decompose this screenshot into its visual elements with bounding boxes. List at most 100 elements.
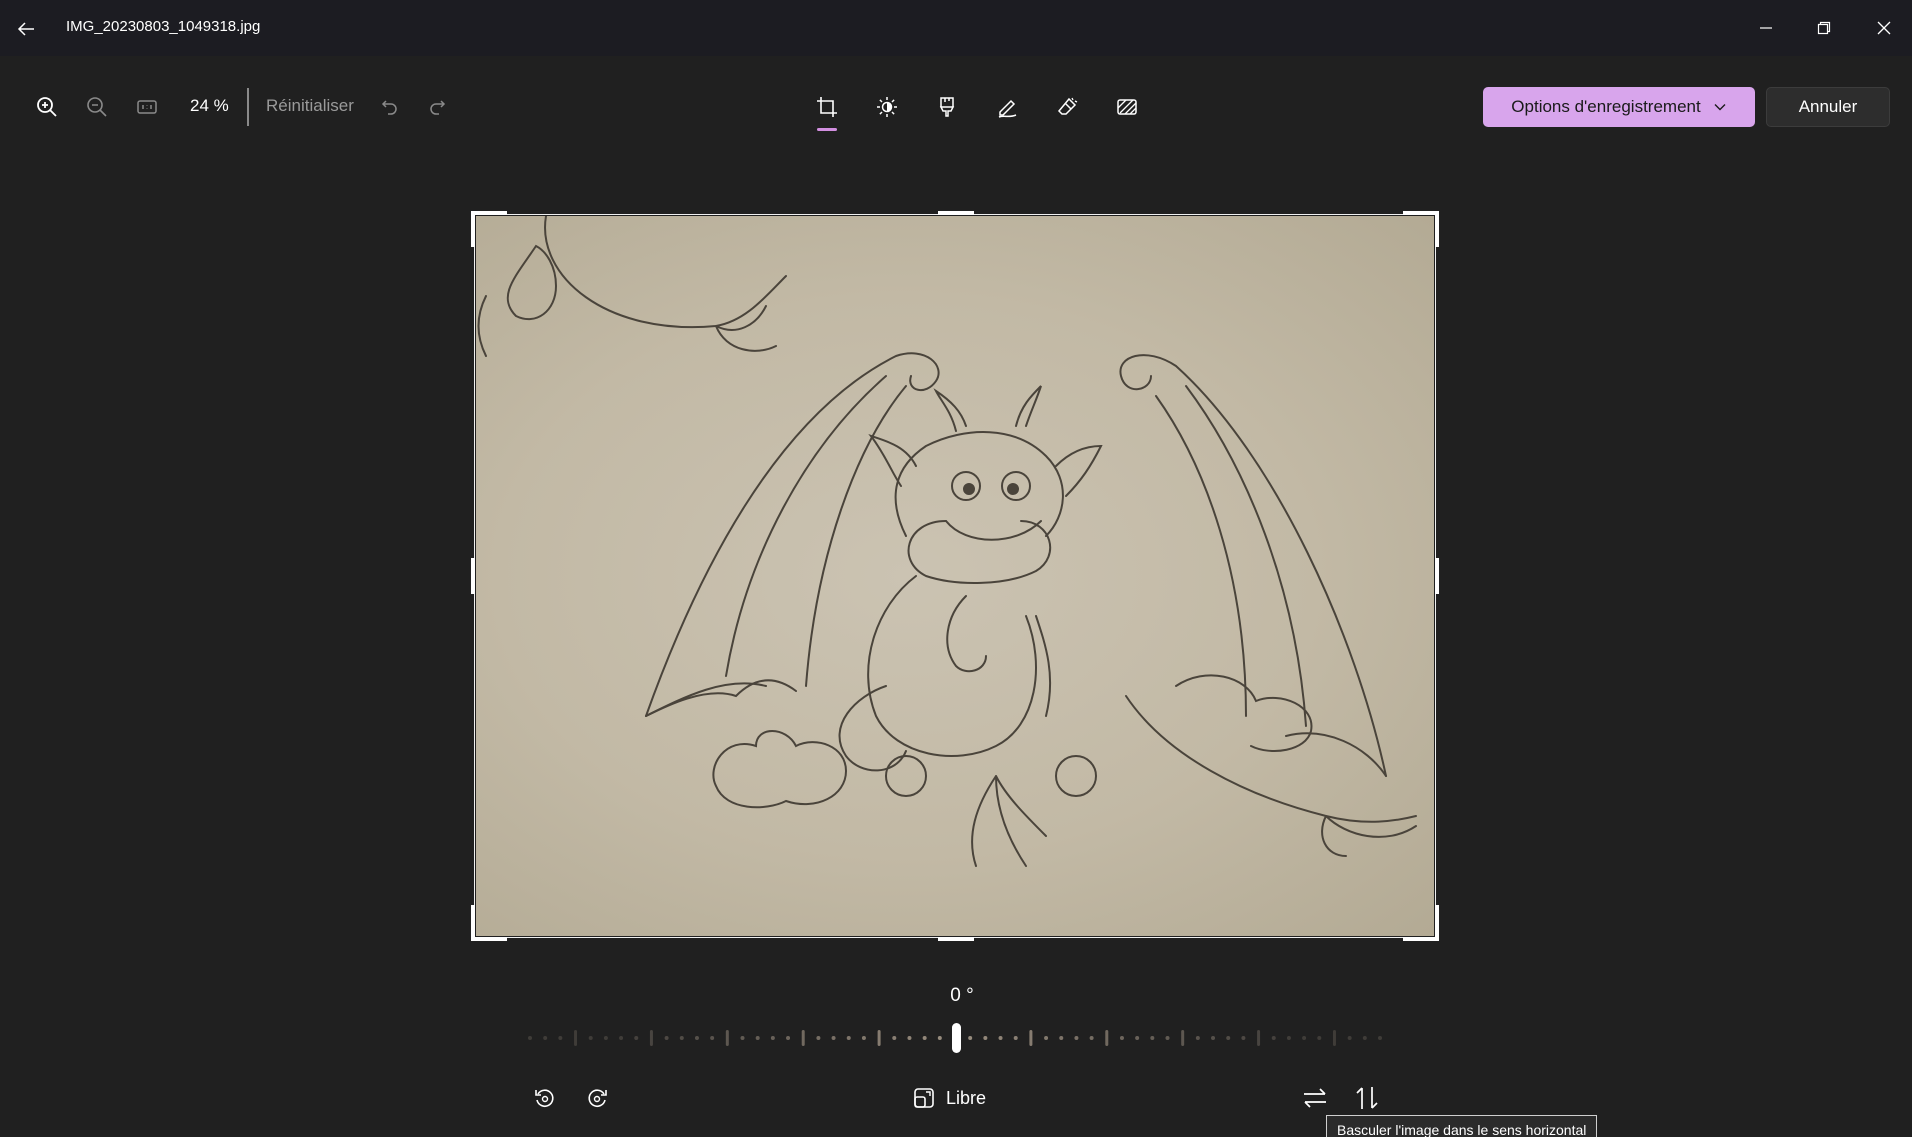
crop-handle-bottom-right[interactable] [1403,937,1439,941]
dial-minor-tick [1135,1036,1140,1040]
dial-minor-tick [1089,1036,1094,1040]
dial-minor-tick [1241,1036,1246,1040]
background-blur-icon [1117,99,1137,115]
crop-icon [817,97,837,117]
close-icon [1877,21,1891,35]
undo-button[interactable] [370,87,410,127]
dial-minor-tick [558,1036,563,1040]
dial-minor-tick [983,1036,988,1040]
dial-minor-tick [755,1036,760,1040]
dial-minor-tick [1195,1036,1200,1040]
markup-tool-button[interactable] [987,87,1027,127]
save-options-button[interactable]: Options d'enregistrement [1483,87,1755,127]
save-options-label: Options d'enregistrement [1511,97,1701,116]
reset-button[interactable]: Réinitialiser [266,96,354,116]
flip-horizontal-icon [1304,1088,1326,1108]
crop-handle-right[interactable] [1435,558,1439,594]
crop-handle-top[interactable] [938,211,974,215]
crop-handle-bottom[interactable] [938,937,974,941]
dial-minor-tick [861,1036,866,1040]
crop-handle-top-right[interactable] [1403,211,1439,215]
flip-vertical-button[interactable] [1347,1078,1387,1118]
restore-button[interactable] [1801,8,1847,48]
rotation-dial-thumb[interactable] [952,1023,961,1053]
dial-major-tick [1332,1030,1336,1046]
minimize-button[interactable] [1743,8,1789,48]
dial-minor-tick [1059,1036,1064,1040]
crop-handle-bottom-left-vertical[interactable] [471,905,475,941]
redo-button[interactable] [417,87,457,127]
dial-minor-tick [1119,1036,1124,1040]
background-tool-button[interactable] [1107,87,1147,127]
dial-minor-tick [892,1036,897,1040]
crop-handle-top-right-vertical[interactable] [1435,211,1439,247]
dial-minor-tick [603,1036,608,1040]
rotate-right-button[interactable] [577,1078,617,1118]
dial-minor-tick [922,1036,927,1040]
dial-minor-tick [1165,1036,1170,1040]
dial-minor-tick [816,1036,821,1040]
rotate-left-button[interactable] [525,1078,565,1118]
aspect-ratio-label: Libre [946,1087,987,1108]
zoom-in-icon [37,97,57,117]
window-title: IMG_20230803_1049318.jpg [66,18,261,35]
dial-minor-tick [588,1036,593,1040]
dial-major-tick [877,1030,881,1046]
undo-icon [381,100,397,115]
dial-minor-tick [1044,1036,1049,1040]
dial-major-tick [574,1030,578,1046]
flip-tooltip: Basculer l'image dans le sens horizontal [1326,1115,1598,1137]
flip-horizontal-button[interactable] [1295,1078,1335,1118]
dial-major-tick [649,1030,653,1046]
filter-icon [939,97,955,117]
dial-minor-tick [740,1036,745,1040]
dial-minor-tick [679,1036,684,1040]
dial-major-tick [1257,1030,1261,1046]
crop-handle-top-left[interactable] [471,211,507,215]
crop-tool-button[interactable] [807,87,847,127]
close-button[interactable] [1861,8,1907,48]
zoom-out-button[interactable] [77,87,117,127]
dial-major-tick [1105,1030,1109,1046]
dial-minor-tick [1378,1036,1382,1040]
crop-handle-top-left-vertical[interactable] [471,211,475,247]
dial-minor-tick [1074,1036,1079,1040]
dial-minor-tick [998,1036,1003,1040]
dial-minor-tick [528,1036,532,1040]
dial-minor-tick [1286,1036,1291,1040]
aspect-ratio-button[interactable]: Libre [912,1078,986,1118]
dial-minor-tick [1271,1036,1276,1040]
dial-minor-tick [543,1036,548,1040]
dial-major-tick [801,1030,805,1046]
chevron-down-icon [1714,104,1726,111]
markup-pen-icon [998,99,1017,118]
dial-minor-tick [1362,1036,1367,1040]
dial-minor-tick [1347,1036,1352,1040]
crop-frame[interactable] [474,214,1436,938]
back-button[interactable] [10,12,44,46]
dial-minor-tick [1211,1036,1216,1040]
filter-tool-button[interactable] [927,87,967,127]
crop-handle-left[interactable] [471,558,475,594]
dial-minor-tick [619,1036,624,1040]
crop-handle-bottom-right-vertical[interactable] [1435,905,1439,941]
dial-minor-tick [1302,1036,1307,1040]
actual-size-button[interactable] [127,87,167,127]
dial-minor-tick [907,1036,912,1040]
toolbar-divider [247,88,249,126]
photo-editor-window: IMG_20230803_1049318.jpg 24 % Réinitiali… [0,0,1912,1137]
zoom-in-button[interactable] [27,87,67,127]
cancel-button[interactable]: Annuler [1766,87,1890,127]
dial-minor-tick [1150,1036,1155,1040]
dial-minor-tick [846,1036,851,1040]
dial-major-tick [725,1030,729,1046]
dial-minor-tick [786,1036,791,1040]
dial-major-tick [1029,1030,1033,1046]
active-tool-indicator [817,128,837,131]
crop-handle-bottom-left[interactable] [471,937,507,941]
dial-minor-tick [1226,1036,1231,1040]
dial-minor-tick [1013,1036,1018,1040]
erase-tool-button[interactable] [1047,87,1087,127]
adjust-tool-button[interactable] [867,87,907,127]
dial-minor-tick [664,1036,669,1040]
